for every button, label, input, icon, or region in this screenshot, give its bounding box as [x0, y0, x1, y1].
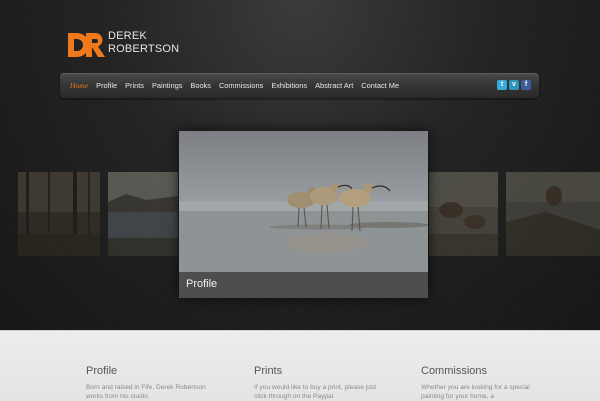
- nav-item-profile[interactable]: Profile: [96, 81, 117, 90]
- logo-line-2: ROBERTSON: [108, 43, 180, 55]
- nav-menu: Home Profile Prints Paintings Books Comm…: [70, 73, 407, 98]
- main-navigation: Home Profile Prints Paintings Books Comm…: [60, 73, 539, 98]
- slide-caption-text: Profile: [186, 278, 218, 290]
- social-links: t v f: [497, 80, 531, 90]
- slide-thumb-grouse[interactable]: [429, 172, 498, 256]
- commissions-heading[interactable]: Commissions: [421, 365, 571, 377]
- dr-logo-mark: [68, 33, 105, 57]
- facebook-icon[interactable]: f: [521, 80, 531, 90]
- profile-text: Born and raised in Fife, Derek Robertson…: [86, 384, 206, 400]
- grouse-painting-image: [429, 172, 498, 256]
- partridge-painting-image: [506, 172, 600, 256]
- forest-painting-image: [18, 172, 100, 256]
- profile-column: Profile Born and raised in Fife, Derek R…: [86, 365, 236, 401]
- featured-slide[interactable]: Profile: [179, 131, 428, 298]
- content-section: Profile Born and raised in Fife, Derek R…: [0, 330, 600, 401]
- nav-item-home[interactable]: Home: [70, 81, 88, 90]
- slide-caption: Profile: [179, 272, 428, 298]
- slide-thumb-forest[interactable]: [18, 172, 100, 256]
- nav-item-commissions[interactable]: Commissions: [219, 81, 263, 90]
- loch-painting-image: [108, 172, 178, 256]
- vimeo-icon[interactable]: v: [509, 80, 519, 90]
- twitter-icon[interactable]: t: [497, 80, 507, 90]
- nav-item-paintings[interactable]: Paintings: [152, 81, 182, 90]
- nav-item-books[interactable]: Books: [190, 81, 211, 90]
- hero-banner: DEREK ROBERTSON Home Profile Prints Pain…: [0, 0, 600, 330]
- slide-thumb-partridge[interactable]: [506, 172, 600, 256]
- nav-item-prints[interactable]: Prints: [125, 81, 144, 90]
- nav-item-contact-me[interactable]: Contact Me: [361, 81, 399, 90]
- prints-text: If you would like to buy a print, please…: [254, 384, 377, 400]
- logo-text: DEREK ROBERTSON: [108, 30, 179, 56]
- prints-column: Prints If you would like to buy a print,…: [254, 365, 404, 401]
- slide-thumb-loch[interactable]: [108, 172, 178, 256]
- prints-heading[interactable]: Prints: [254, 365, 404, 377]
- nav-item-exhibitions[interactable]: Exhibitions: [271, 81, 307, 90]
- nav-item-abstract-art[interactable]: Abstract Art: [315, 81, 353, 90]
- commissions-text: Whether you are looking for a special pa…: [421, 384, 530, 400]
- logo-line-1: DEREK: [108, 30, 147, 42]
- profile-heading[interactable]: Profile: [86, 365, 236, 377]
- commissions-column: Commissions Whether you are looking for …: [421, 365, 571, 401]
